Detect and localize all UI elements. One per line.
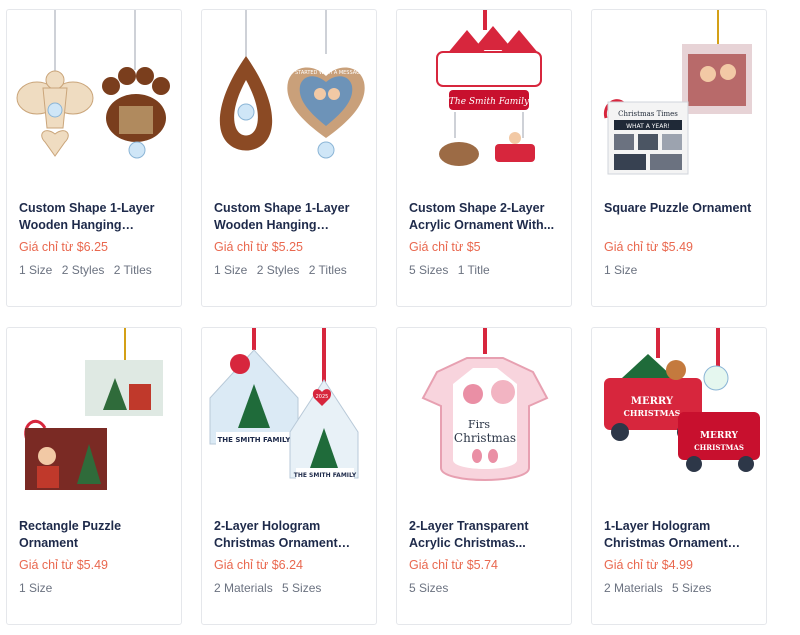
product-title[interactable]: Custom Shape 2-Layer Acrylic Ornament Wi… — [409, 200, 561, 234]
product-image[interactable]: Firs Christmas — [397, 328, 571, 496]
product-price: Giá chỉ từ $5.49 — [19, 558, 108, 572]
option-materials: 2 Materials — [604, 581, 663, 595]
option-materials: 2 Materials — [214, 581, 273, 595]
product-title[interactable]: 2-Layer Hologram Christmas Ornament Wit.… — [214, 518, 366, 552]
product-price: Giá chỉ từ $5.25 — [214, 240, 303, 254]
product-title[interactable]: Square Puzzle Ornament — [604, 200, 756, 217]
product-options: 1 Size — [604, 263, 637, 277]
product-options: 1 Size 2 Styles 2 Titles — [19, 263, 152, 277]
product-price: Giá chỉ từ $5 — [409, 240, 481, 254]
ornament-year: 2025 — [316, 394, 329, 400]
ornament-christmas-text: CHRISTMAS — [624, 408, 681, 418]
product-image[interactable] — [7, 328, 181, 496]
product-card[interactable]: THE SMITH FAMILY THE SMITH FAMILY 2025 2… — [201, 327, 377, 625]
option-sizes: 5 Sizes — [672, 581, 712, 595]
product-title[interactable]: Rectangle Puzzle Ornament — [19, 518, 171, 552]
product-card[interactable]: Christmas Times WHAT A YEAR! Square Puzz… — [591, 9, 767, 307]
ornament-christmas-text: Christmas — [454, 431, 516, 445]
product-image[interactable]: THE SMITH FAMILY THE SMITH FAMILY 2025 — [202, 328, 376, 496]
option-size: 1 Size — [19, 263, 53, 277]
product-options: 1 Size — [19, 581, 52, 595]
option-styles: 2 Styles — [61, 263, 105, 277]
ornament-first-text: Firs — [468, 418, 490, 431]
ornament-family-text: The Smith Family — [449, 97, 530, 107]
product-image[interactable]: Christmas Times WHAT A YEAR! — [592, 10, 766, 178]
product-image[interactable]: MERRY CHRISTMAS MERRY CHRISTMAS — [592, 328, 766, 496]
product-price: Giá chỉ từ $6.25 — [19, 240, 108, 254]
product-options: 2 Materials 5 Sizes — [214, 581, 321, 595]
product-card[interactable]: Custom Shape 1-Layer Wooden Hanging Piec… — [6, 9, 182, 307]
product-title[interactable]: Custom Shape 1-Layer Wooden Hanging Crys… — [214, 200, 366, 234]
option-sizes: 5 Sizes — [409, 263, 449, 277]
product-grid: Custom Shape 1-Layer Wooden Hanging Piec… — [6, 9, 767, 625]
product-options: 2 Materials 5 Sizes — [604, 581, 711, 595]
option-styles: 2 Styles — [256, 263, 300, 277]
product-image[interactable]: The Smith Family — [397, 10, 571, 178]
product-card[interactable]: Rectangle Puzzle Ornament Giá chỉ từ $5.… — [6, 327, 182, 625]
product-options: 1 Size 2 Styles 2 Titles — [214, 263, 347, 277]
option-titles: 2 Titles — [113, 263, 152, 277]
ornament-family-text: THE SMITH FAMILY — [218, 436, 292, 444]
product-card[interactable]: IT STARTED WITH A MESSAGE Custom Shape 1… — [201, 9, 377, 307]
option-titles: 1 Title — [457, 263, 490, 277]
product-card[interactable]: MERRY CHRISTMAS MERRY CHRISTMAS 1-Layer … — [591, 327, 767, 625]
product-title[interactable]: 1-Layer Hologram Christmas Ornament Wit.… — [604, 518, 756, 552]
product-card[interactable]: The Smith Family Custom Shape 2-Layer Ac… — [396, 9, 572, 307]
product-price: Giá chỉ từ $5.74 — [409, 558, 498, 572]
ornament-family-text-2: THE SMITH FAMILY — [294, 472, 357, 479]
product-title[interactable]: 2-Layer Transparent Acrylic Christmas... — [409, 518, 561, 552]
ornament-merry-text-2: MERRY — [700, 431, 739, 441]
option-sizes: 5 Sizes — [282, 581, 322, 595]
product-image[interactable]: IT STARTED WITH A MESSAGE — [202, 10, 376, 178]
option-sizes: 5 Sizes — [409, 581, 449, 595]
ornament-puzzle-title: Christmas Times — [618, 110, 678, 118]
option-size: 1 Size — [19, 581, 53, 595]
product-price: Giá chỉ từ $5.49 — [604, 240, 693, 254]
product-card[interactable]: Firs Christmas 2-Layer Transparent Acryl… — [396, 327, 572, 625]
ornament-christmas-text-2: CHRISTMAS — [694, 443, 744, 452]
option-size: 1 Size — [214, 263, 248, 277]
ornament-merry-text: MERRY — [631, 396, 674, 407]
product-price: Giá chỉ từ $4.99 — [604, 558, 693, 572]
product-image[interactable] — [7, 10, 181, 178]
product-title[interactable]: Custom Shape 1-Layer Wooden Hanging Piec… — [19, 200, 171, 234]
product-options: 5 Sizes — [409, 581, 448, 595]
ornament-puzzle-sub: WHAT A YEAR! — [626, 123, 670, 130]
ornament-text: IT STARTED WITH A MESSAGE — [289, 70, 363, 76]
product-options: 5 Sizes 1 Title — [409, 263, 490, 277]
option-titles: 2 Titles — [308, 263, 347, 277]
product-price: Giá chỉ từ $6.24 — [214, 558, 303, 572]
option-size: 1 Size — [604, 263, 638, 277]
